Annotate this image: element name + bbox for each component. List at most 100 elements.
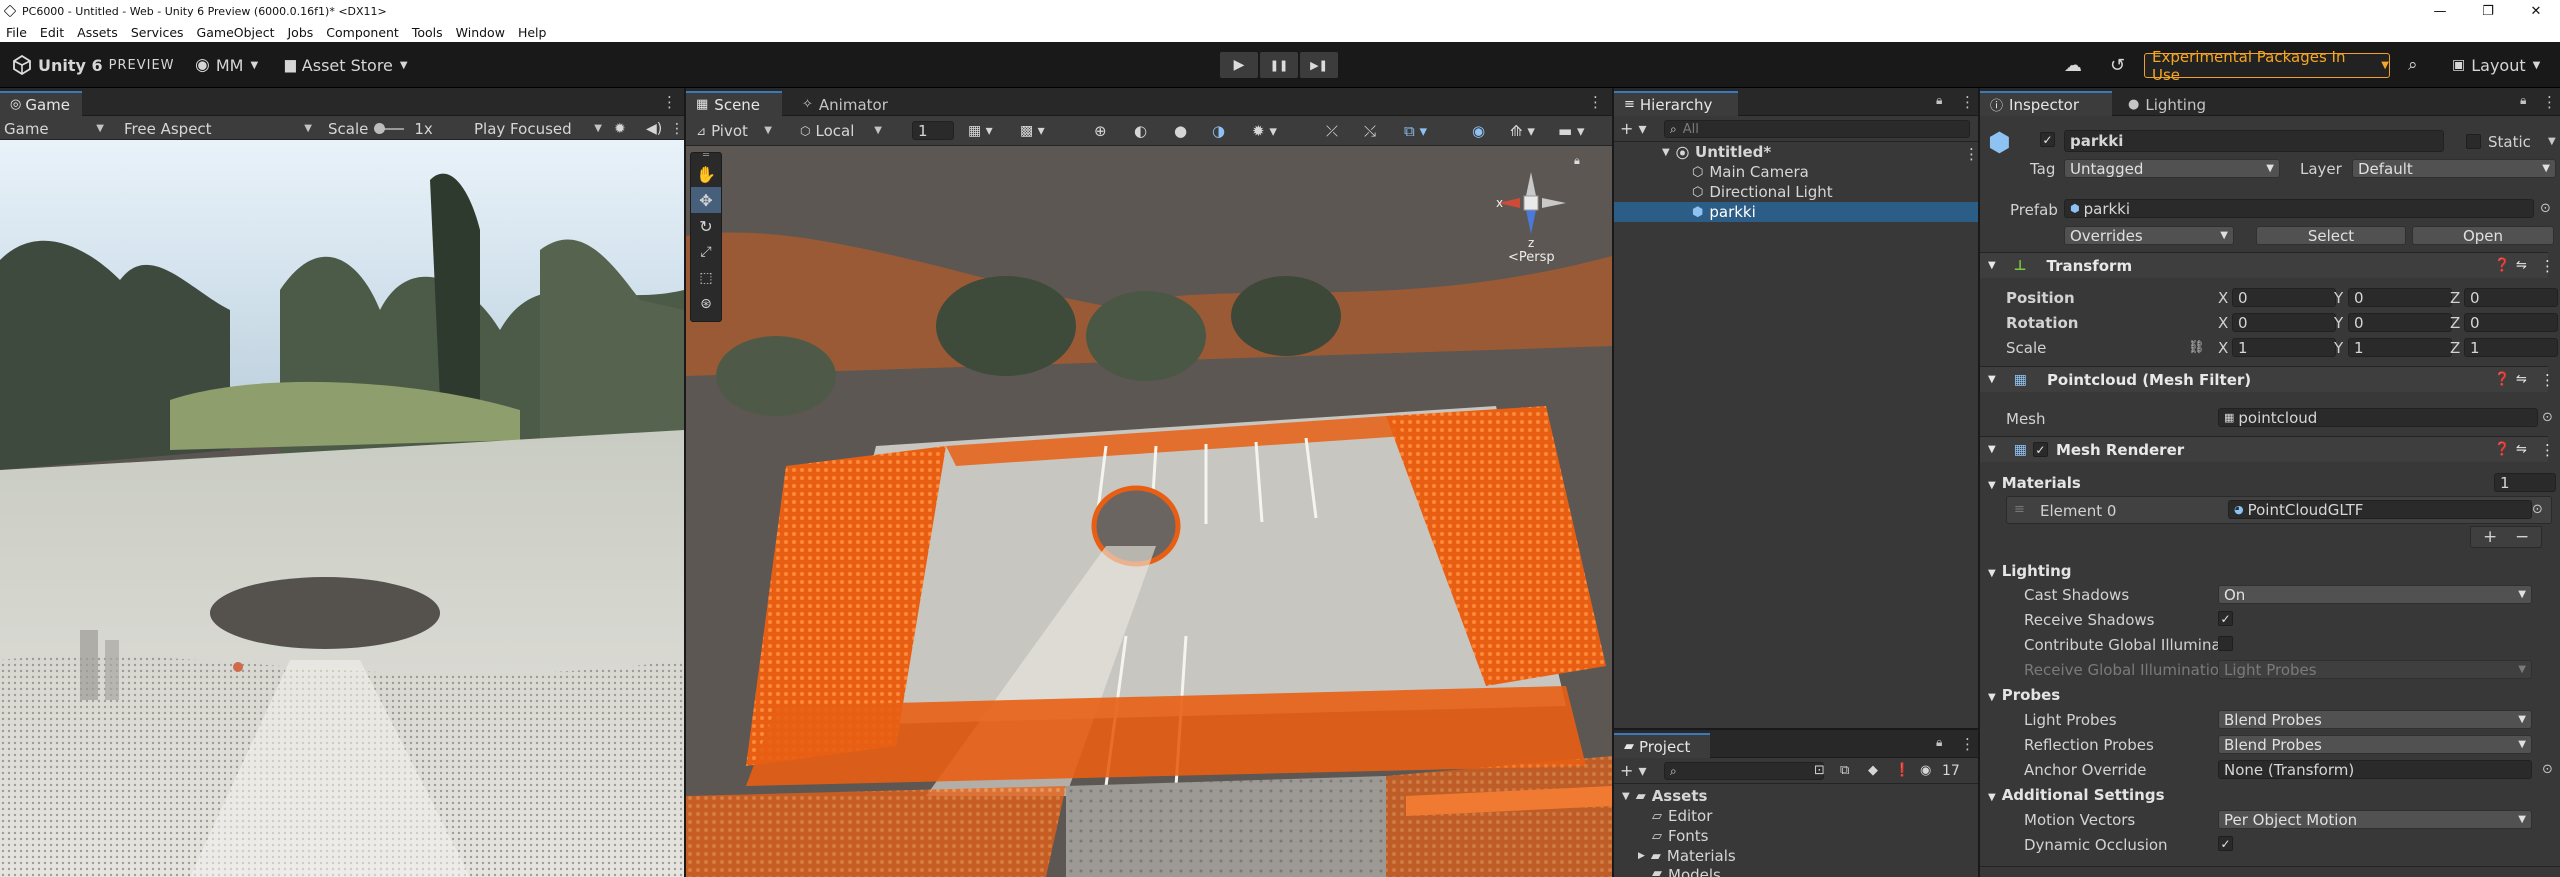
inspector-menu-icon[interactable]: ⋮ xyxy=(2542,93,2557,111)
menu-gameobject[interactable]: GameObject xyxy=(197,25,275,40)
search-by-type-icon[interactable]: ⊡ xyxy=(1814,761,1825,780)
stats-bug-icon[interactable]: ✹ xyxy=(614,119,626,138)
hand-tool-icon[interactable]: ✋ xyxy=(691,161,721,187)
materials-count-field[interactable]: 1 xyxy=(2494,473,2556,492)
menu-help[interactable]: Help xyxy=(518,25,547,40)
asset-store-button[interactable]: ▆ Asset Store ▼ xyxy=(285,50,408,80)
remove-element-button[interactable]: − xyxy=(2515,527,2529,547)
rotation-x-field[interactable]: 0 xyxy=(2232,313,2336,332)
pivot-dropdown[interactable]: ⊿ Pivot ▼ xyxy=(696,121,776,140)
anchor-override-field[interactable]: None (Transform) xyxy=(2218,760,2532,779)
tab-animator[interactable]: ✧ Animator xyxy=(792,91,902,116)
select-button[interactable]: Select xyxy=(2256,226,2406,245)
draw-mode-icon[interactable]: ⊕ xyxy=(1094,121,1107,140)
game-more-icon[interactable]: ⋮ xyxy=(670,119,684,138)
add-element-button[interactable]: + xyxy=(2483,527,2497,547)
2d-toggle-icon[interactable]: ◑ xyxy=(1212,121,1225,140)
perspective-label[interactable]: <Persp xyxy=(1508,250,1555,265)
orientation-gizmo[interactable]: x z <Persp xyxy=(1486,166,1576,266)
scale-z-field[interactable]: 1 xyxy=(2464,338,2558,357)
help-icon[interactable]: ❓ xyxy=(2494,372,2510,387)
tab-hierarchy[interactable]: ≡ Hierarchy xyxy=(1614,91,1738,116)
reflection-probes-dropdown[interactable]: Blend Probes ▼ xyxy=(2218,735,2532,754)
scale-thumb[interactable] xyxy=(374,122,386,134)
menu-file[interactable]: File xyxy=(6,25,27,40)
scale-y-field[interactable]: 1 xyxy=(2348,338,2452,357)
dynamic-occlusion-checkbox[interactable]: ✓ xyxy=(2218,836,2233,851)
presets-icon[interactable]: ⇋ xyxy=(2516,372,2527,387)
rotation-y-field[interactable]: 0 xyxy=(2348,313,2452,332)
create-asset-button[interactable]: + ▾ xyxy=(1620,761,1647,780)
mesh-renderer-enabled-checkbox[interactable]: ✓ xyxy=(2032,442,2048,457)
lock-icon[interactable]: 🔒︎ xyxy=(1936,93,1942,108)
hierarchy-menu-icon[interactable]: ⋮ xyxy=(1960,93,1975,111)
shading-icon[interactable]: ◐ xyxy=(1134,121,1147,140)
folder-fonts[interactable]: ▱ Fonts xyxy=(1614,826,1984,846)
menu-assets[interactable]: Assets xyxy=(77,25,118,40)
layers-icon[interactable]: ⟰ ▾ xyxy=(1510,121,1535,140)
add-object-button[interactable]: + ▾ xyxy=(1620,119,1647,138)
hierarchy-item-main-camera[interactable]: ⬡ Main Camera xyxy=(1614,162,1984,182)
history-icon[interactable]: ↺ xyxy=(2110,50,2125,80)
scene-layers-icon[interactable]: ⧉ ▾ xyxy=(1404,121,1427,140)
object-picker-icon[interactable]: ⊙ xyxy=(2540,201,2551,216)
motion-vectors-dropdown[interactable]: Per Object Motion ▼ xyxy=(2218,810,2532,829)
visibility-eye-icon[interactable]: ◉ xyxy=(1472,121,1485,140)
tab-inspector[interactable]: ⓘ Inspector xyxy=(1980,91,2112,116)
local-dropdown[interactable]: ⬡ Local ▼ xyxy=(800,121,886,140)
folder-editor[interactable]: ▱ Editor xyxy=(1614,806,1984,826)
folder-materials[interactable]: ▶ ▰ Materials xyxy=(1614,846,1984,866)
tag-dropdown[interactable]: Untagged ▼ xyxy=(2064,159,2280,178)
scene-root-row[interactable]: ▼ ⦿ Untitled* xyxy=(1614,142,1984,162)
material-field[interactable]: ◕ PointCloudGLTF xyxy=(2228,500,2532,519)
menu-tools[interactable]: Tools xyxy=(412,25,443,40)
chevron-down-icon[interactable]: ▼ xyxy=(2548,136,2556,147)
experimental-packages-button[interactable]: Experimental Packages In Use ▼ xyxy=(2144,48,2390,84)
palette-handle[interactable]: ═ xyxy=(691,151,721,161)
filter-type-icon[interactable]: ⧉ xyxy=(1840,761,1849,780)
scene-view[interactable]: ═ ✋ ✥ ↻ ⤢ ⬚ ⊛ x z <Persp 🔒︎ xyxy=(686,146,1612,877)
minimize-button[interactable]: — xyxy=(2416,0,2464,22)
help-icon[interactable]: ❓ xyxy=(2494,258,2510,273)
search-icon[interactable]: ⌕ xyxy=(2408,50,2418,80)
unity-brand[interactable]: Unity 6 PREVIEW xyxy=(12,50,175,80)
receive-shadows-checkbox[interactable]: ✓ xyxy=(2218,611,2233,626)
hierarchy-search-input[interactable]: ⌕ All xyxy=(1664,120,1970,138)
additional-settings-header[interactable]: ▼ Additional Settings xyxy=(1988,786,2165,804)
mesh-renderer-header[interactable]: ▼ ▦ ✓ Mesh Renderer ❓ ⇋ ⋮ xyxy=(1980,436,2555,462)
object-picker-icon[interactable]: ⊙ xyxy=(2542,410,2553,425)
position-y-field[interactable]: 0 xyxy=(2348,288,2452,307)
lock-icon[interactable]: 🔒︎ xyxy=(1936,735,1942,750)
help-icon[interactable]: ❓ xyxy=(2494,442,2510,457)
scene-menu-icon[interactable]: ⋮ xyxy=(1588,93,1603,111)
debug-icon[interactable]: ✹ ▾ xyxy=(1252,121,1277,140)
cast-shadows-dropdown[interactable]: On ▼ xyxy=(2218,585,2532,604)
grid-snap-icon[interactable]: ▦ ▾ xyxy=(968,121,993,140)
transform-tool-icon[interactable]: ⊛ xyxy=(691,291,721,317)
layer-dropdown[interactable]: Default ▼ xyxy=(2352,159,2556,178)
probes-section-header[interactable]: ▼ Probes xyxy=(1988,686,2060,704)
tab-lighting[interactable]: ● Lighting xyxy=(2118,91,2228,116)
scale-slider[interactable]: Scale 1x xyxy=(328,119,448,138)
project-search-input[interactable]: ⌕ xyxy=(1664,762,1824,780)
maximize-button[interactable]: ❐ xyxy=(2464,0,2512,22)
step-button[interactable]: ▶❚ xyxy=(1300,52,1338,78)
overrides-dropdown[interactable]: Overrides ▼ xyxy=(2064,226,2234,245)
tab-game[interactable]: ◎ Game xyxy=(0,91,82,116)
move-tool-icon[interactable]: ✥ xyxy=(691,187,721,213)
transform-header[interactable]: ▼ ⊥ Transform ❓ ⇋ ⋮ xyxy=(1980,252,2555,278)
active-checkbox[interactable]: ✓ xyxy=(2040,132,2055,147)
tab-scene[interactable]: ▦ Scene xyxy=(686,91,782,116)
component-menu-icon[interactable]: ⋮ xyxy=(2540,371,2555,389)
lock-icon[interactable]: 🔒︎ xyxy=(2520,93,2526,108)
contribute-gi-checkbox[interactable] xyxy=(2218,636,2233,651)
play-button[interactable]: ▶ xyxy=(1220,52,1258,78)
fx-icon[interactable]: ⤯ xyxy=(1364,121,1376,140)
game-view[interactable] xyxy=(0,140,684,877)
audio-mute-icon[interactable]: ⤫ xyxy=(1326,121,1338,140)
rect-tool-icon[interactable]: ⬚ xyxy=(691,265,721,291)
hierarchy-item-parkki[interactable]: ⬢ parkki xyxy=(1614,202,1978,222)
menu-edit[interactable]: Edit xyxy=(40,25,64,40)
grid-visibility-icon[interactable]: ▩ ▾ xyxy=(1020,121,1045,140)
menu-window[interactable]: Window xyxy=(456,25,505,40)
